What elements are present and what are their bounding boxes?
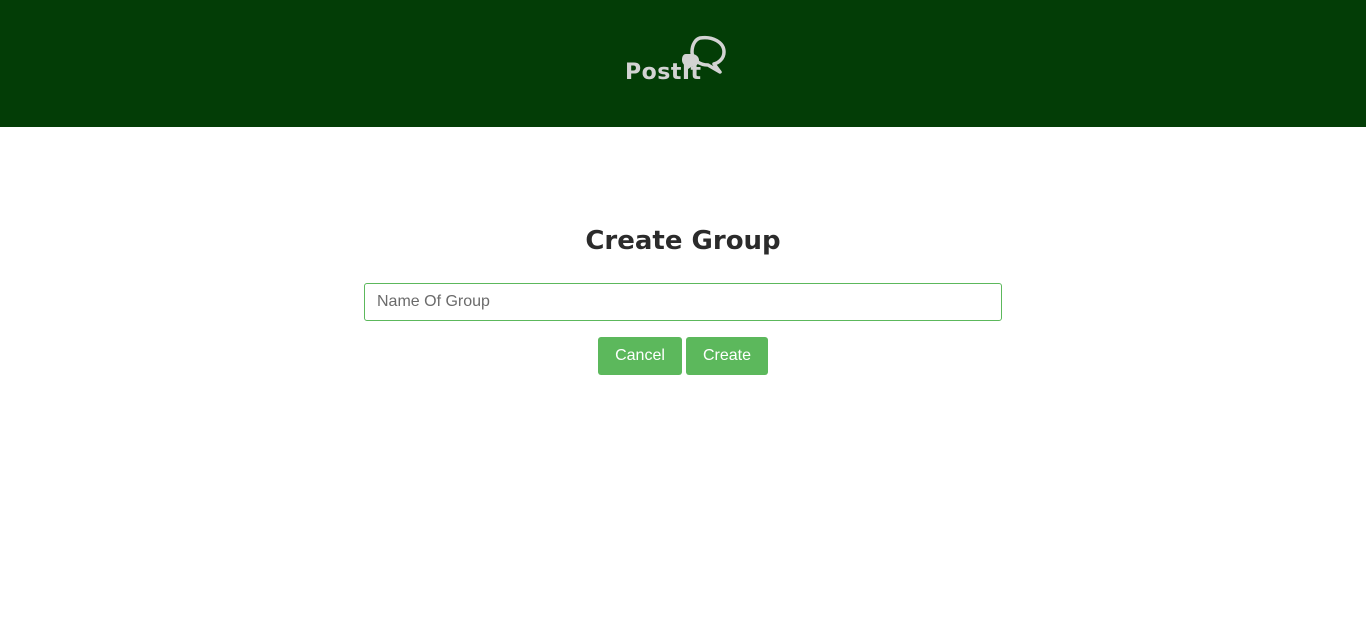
chat-bubbles-icon bbox=[682, 35, 726, 74]
group-name-input[interactable] bbox=[364, 283, 1002, 321]
cancel-button[interactable]: Cancel bbox=[598, 337, 682, 375]
top-header: PostIt bbox=[0, 0, 1366, 127]
create-button[interactable]: Create bbox=[686, 337, 768, 375]
page-title: Create Group bbox=[585, 226, 781, 256]
postit-logo[interactable]: PostIt bbox=[620, 30, 730, 90]
